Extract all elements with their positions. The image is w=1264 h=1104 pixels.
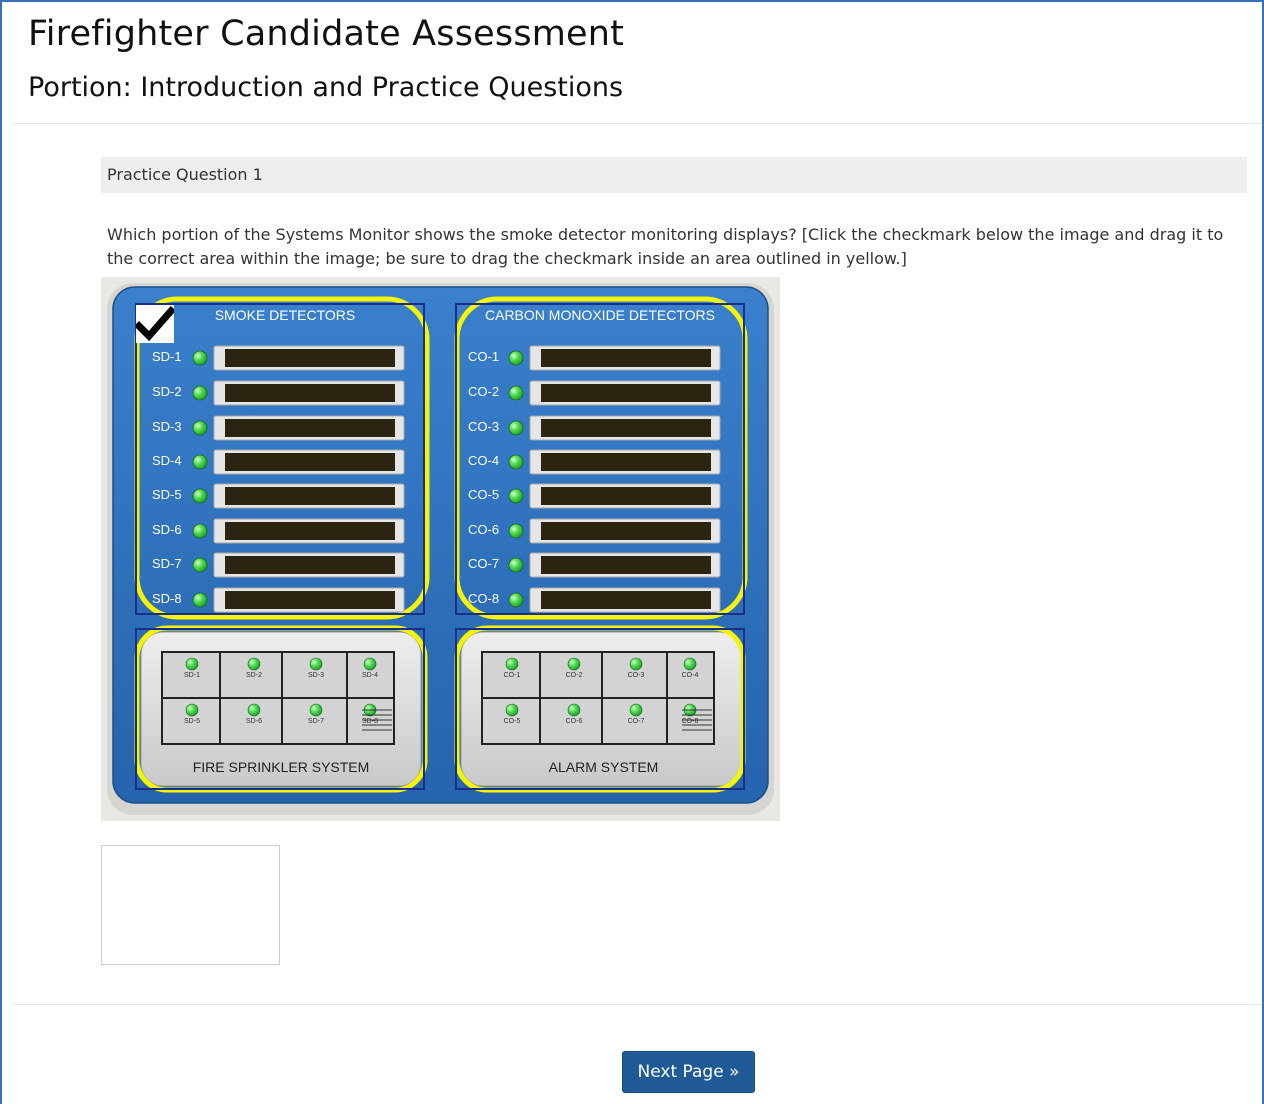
smoke-detector-label: SD-8 [152, 591, 182, 606]
footer-divider [14, 1004, 1262, 1005]
question-header: Practice Question 1 [101, 157, 1247, 193]
room-label: SD-7 [308, 718, 324, 725]
checkmark-icon [134, 306, 176, 342]
co-detector-label: CO-4 [468, 453, 500, 468]
smoke-detector-label: SD-5 [152, 487, 182, 502]
header-divider [14, 123, 1262, 124]
room-label: CO-8 [681, 718, 699, 725]
next-page-button[interactable]: Next Page » [622, 1051, 755, 1093]
co-detector-label: CO-5 [468, 487, 500, 502]
room-label: SD-3 [308, 672, 324, 679]
room-label: SD-2 [246, 672, 262, 679]
room-label: CO-1 [503, 672, 521, 679]
systems-monitor-image: SMOKE DETECTORS CARBON MONOXIDE DETECTOR… [101, 277, 780, 821]
smoke-detector-label: SD-4 [152, 453, 182, 468]
co-detector-label: CO-8 [468, 591, 500, 606]
room-label: SD-6 [246, 718, 262, 725]
room-label: SD-1 [184, 672, 200, 679]
room-label: CO-4 [681, 672, 699, 679]
smoke-detector-label: SD-1 [152, 349, 182, 364]
co-detector-label: CO-6 [468, 522, 500, 537]
room-label: SD-5 [184, 718, 200, 725]
room-label: CO-6 [565, 718, 583, 725]
co-detector-label: CO-1 [468, 349, 500, 364]
room-label: CO-7 [627, 718, 645, 725]
app-title: Firefighter Candidate Assessment [28, 14, 625, 54]
co-detector-label: CO-2 [468, 384, 500, 399]
smoke-detectors-title: SMOKE DETECTORS [214, 307, 356, 323]
smoke-detector-label: SD-3 [152, 419, 182, 434]
smoke-detector-label: SD-6 [152, 522, 182, 537]
smoke-detector-label: SD-7 [152, 556, 182, 571]
fire-sprinkler-title: FIRE SPRINKLER SYSTEM [192, 759, 370, 775]
room-label: SD-8 [362, 718, 378, 725]
room-label: CO-5 [503, 718, 521, 725]
alarm-system-title: ALARM SYSTEM [548, 759, 659, 775]
room-label: CO-3 [627, 672, 645, 679]
co-detector-label: CO-3 [468, 419, 500, 434]
smoke-detector-label: SD-2 [152, 384, 182, 399]
room-label: CO-2 [565, 672, 583, 679]
answer-drop-box[interactable] [101, 845, 280, 965]
room-label: SD-4 [362, 672, 378, 679]
draggable-checkmark[interactable] [134, 305, 176, 343]
portion-title: Portion: Introduction and Practice Quest… [28, 72, 624, 103]
carbon-monoxide-title: CARBON MONOXIDE DETECTORS [485, 307, 715, 323]
co-detector-label: CO-7 [468, 556, 500, 571]
question-text: Which portion of the Systems Monitor sho… [107, 225, 1224, 268]
